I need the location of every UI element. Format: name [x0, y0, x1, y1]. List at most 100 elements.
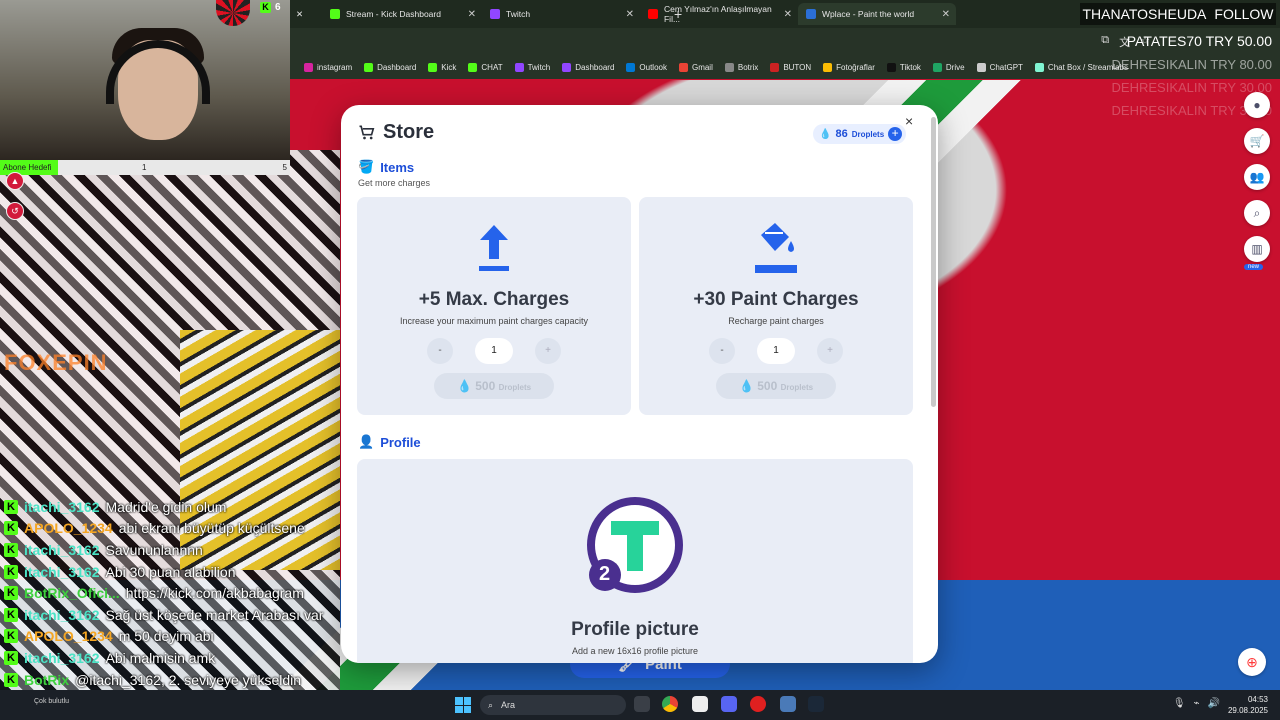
bookmark-favicon-icon: [932, 62, 942, 72]
browser-tab[interactable]: Twitch ✕: [482, 3, 640, 25]
chat-username: BotRix: [24, 671, 70, 688]
follow-alert-name: THANATOSHEUDA: [1082, 6, 1207, 22]
browser-tab[interactable]: Wplace - Paint the world ✕: [798, 3, 956, 25]
bookmark-item[interactable]: Gmail: [678, 62, 713, 72]
map-left-controls: ▲ ↺: [6, 172, 24, 220]
close-button[interactable]: ×: [905, 113, 913, 129]
undo-icon[interactable]: ↺: [6, 202, 24, 220]
follow-alert-action: FOLLOW: [1214, 6, 1274, 22]
taskbar-app-capcut-icon[interactable]: [692, 696, 708, 712]
user-avatar-icon[interactable]: ●: [1244, 92, 1270, 118]
buy-button[interactable]: 💧 500 Droplets: [716, 373, 836, 399]
quantity-input[interactable]: 1: [757, 338, 795, 364]
bookmark-item[interactable]: instagram: [304, 62, 352, 72]
bookmark-item[interactable]: ChatGPT: [976, 62, 1023, 72]
taskbar-app-obs-icon[interactable]: [634, 696, 650, 712]
locate-icon[interactable]: ⊕: [1238, 648, 1266, 676]
chat-text: Savununlannnn: [105, 541, 203, 558]
chat-username: itachi_3162: [24, 541, 100, 558]
add-droplets-button[interactable]: +: [888, 127, 903, 141]
bookmark-favicon-icon: [626, 62, 636, 72]
item-card-paint-charges: +30 Paint Charges Recharge paint charges…: [639, 197, 913, 415]
tab-close-icon[interactable]: ✕: [626, 9, 634, 20]
tab-label: Cem Yılmaz'ın Anlaşılmayan Fil...: [663, 4, 772, 24]
store-scrollbar[interactable]: [931, 117, 936, 407]
quantity-input[interactable]: 1: [475, 338, 513, 364]
chat-username: APOLO_1234: [24, 520, 113, 537]
cast-icon[interactable]: ⧉: [1101, 34, 1109, 50]
bookmark-favicon-icon: [514, 62, 524, 72]
zoom-in-icon[interactable]: ▲: [6, 172, 24, 190]
taskbar-app-opera-icon[interactable]: [750, 696, 766, 712]
bookmark-item[interactable]: BUTON: [770, 62, 811, 72]
volume-icon[interactable]: 🔊: [1208, 698, 1220, 709]
leaderboard-icon[interactable]: ▥ new: [1244, 236, 1270, 270]
bookmark-item[interactable]: Botrix: [724, 62, 758, 72]
bookmark-favicon-icon: [364, 62, 374, 72]
taskbar-app-network-icon[interactable]: [780, 696, 796, 712]
taskbar-search[interactable]: ⌕ Ara: [480, 695, 626, 715]
profile-item-title: Profile picture: [571, 619, 699, 640]
decrease-button[interactable]: -: [709, 338, 735, 364]
taskbar-clock[interactable]: 04:53 29.08.2025: [1228, 694, 1268, 716]
increase-button[interactable]: +: [535, 338, 561, 364]
bookmark-item[interactable]: Twitch: [514, 62, 550, 72]
chat-username: itachi_3162: [24, 606, 100, 623]
bookmark-item[interactable]: Drive: [932, 62, 965, 72]
bookmark-favicon-icon: [886, 62, 896, 72]
subscriber-goal-current: 1: [142, 163, 147, 172]
windows-start-icon[interactable]: [455, 697, 471, 713]
item-description: Increase your maximum paint charges capa…: [399, 316, 589, 326]
increase-button[interactable]: +: [817, 338, 843, 364]
network-icon[interactable]: ⌁: [1194, 698, 1200, 709]
taskbar-app-discord-icon[interactable]: [721, 696, 737, 712]
tab-close-prev[interactable]: ✕: [288, 3, 311, 25]
tab-close-icon[interactable]: ✕: [468, 9, 476, 20]
quantity-stepper: - 1 +: [357, 338, 631, 364]
tab-favicon-icon: [330, 9, 340, 19]
browser-tab[interactable]: Cem Yılmaz'ın Anlaşılmayan Fil... ✕: [640, 3, 798, 25]
taskbar-app-chrome-icon[interactable]: [662, 696, 678, 712]
bookmark-item[interactable]: Fotoğraflar: [823, 62, 875, 72]
bookmark-item[interactable]: Dashboard: [562, 62, 614, 72]
droplet-icon: 💧: [819, 128, 832, 140]
search-location-icon[interactable]: ⌕: [1244, 200, 1270, 226]
chat-username: BotRix_Ofici...: [24, 585, 120, 602]
chat-message: K BotRix @itachi_3162, 2. seviyeye yükse…: [0, 669, 340, 691]
bookmark-item[interactable]: CHAT: [468, 62, 503, 72]
kick-logo-icon: K: [4, 629, 18, 644]
profile-section-title: 👤 Profile: [358, 434, 421, 450]
chat-message: K itachi_3162 Savununlannnn: [0, 539, 340, 561]
new-tab-button[interactable]: +: [674, 6, 682, 22]
bookmark-item[interactable]: Dashboard: [364, 62, 416, 72]
windows-taskbar: Çok bulutlu ⌕ Ara 🎙 ⌁ 🔊 04:53 29.08.2025: [0, 690, 1280, 720]
chat-message: K itachi_3162 Abi malmisin amk: [0, 647, 340, 669]
buy-button[interactable]: 💧 500 Droplets: [434, 373, 554, 399]
bookmark-favicon-icon: [428, 62, 438, 72]
taskbar-app-steam-icon[interactable]: [808, 696, 824, 712]
droplet-icon: 💧: [738, 379, 754, 393]
tab-close-icon[interactable]: ✕: [784, 9, 792, 20]
chat-username: APOLO_1234: [24, 628, 113, 645]
browser-tab[interactable]: Stream - Kick Dashboard ✕: [322, 3, 482, 25]
chat-username: itachi_3162: [24, 498, 100, 515]
bookmark-item[interactable]: Tiktok: [886, 62, 921, 72]
droplet-unit: Droplets: [851, 129, 885, 139]
foxepin-watermark: FOXEPIN: [4, 350, 108, 375]
chat-message: K itachi_3162 Sağ üst köşede market Arab…: [0, 604, 340, 626]
upload-arrow-icon: [479, 225, 509, 271]
chat-message: K itachi_3162 Abi 30 puan alabilion: [0, 561, 340, 583]
cart-icon[interactable]: 🛒: [1244, 128, 1270, 154]
tab-close-icon[interactable]: ✕: [942, 9, 950, 20]
new-badge: new: [1244, 264, 1264, 270]
kick-logo-icon: K: [4, 499, 18, 514]
bookmark-item[interactable]: Outlook: [626, 62, 667, 72]
chat-text: @itachi_3162, 2. seviyeye yükseldin: [75, 671, 302, 688]
weather-widget[interactable]: Çok bulutlu: [34, 698, 69, 705]
kick-logo-icon: K: [4, 672, 18, 687]
bookmark-item[interactable]: Kick: [428, 62, 456, 72]
donation-row: PATATES70 TRY 50.00: [1126, 33, 1272, 49]
microphone-icon[interactable]: 🎙: [1173, 698, 1186, 709]
decrease-button[interactable]: -: [427, 338, 453, 364]
group-icon[interactable]: 👥: [1244, 164, 1270, 190]
